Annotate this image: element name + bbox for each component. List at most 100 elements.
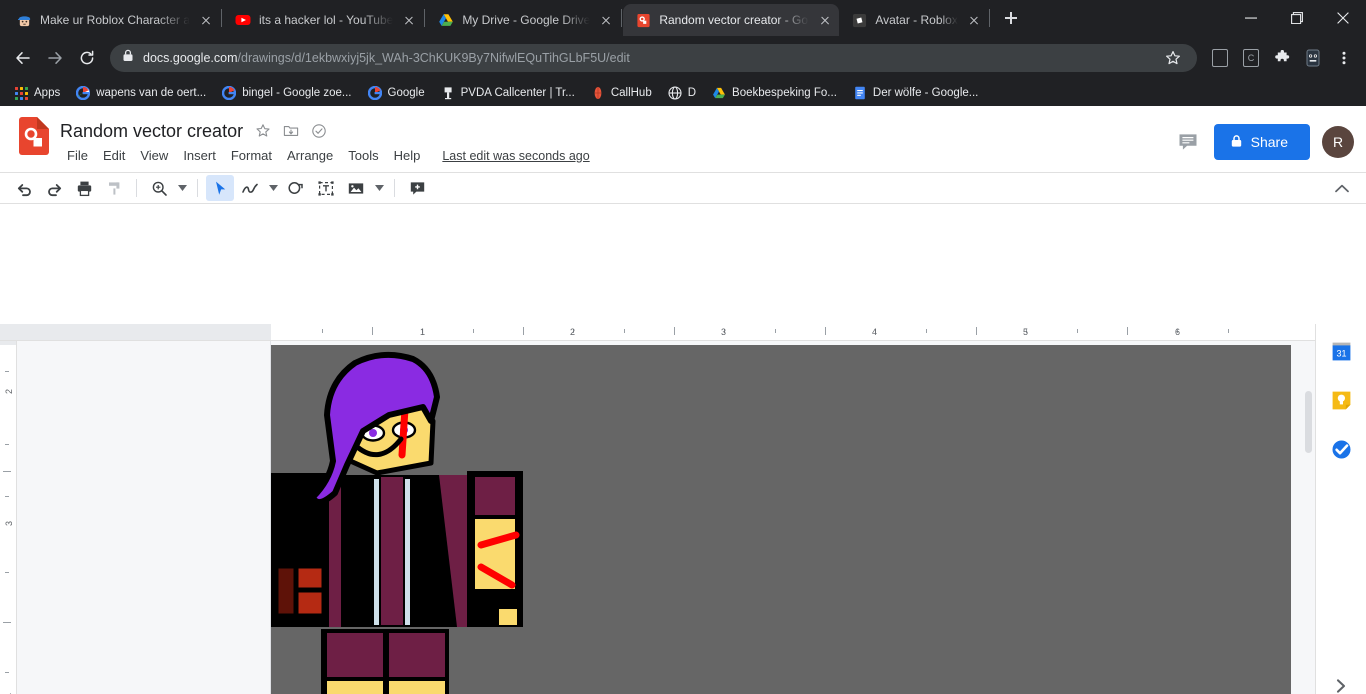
tab-title: My Drive - Google Drive [462, 13, 591, 27]
bookmark-star-icon[interactable] [1159, 44, 1187, 72]
shape-tool[interactable] [282, 175, 310, 201]
browser-tab-2[interactable]: My Drive - Google Drive [426, 4, 620, 36]
tab-close-icon[interactable] [401, 12, 417, 28]
canvas-left-margin [17, 341, 271, 694]
tab-divider [221, 9, 222, 27]
bookmark-d[interactable]: D [660, 82, 703, 104]
tab-strip: Make ur Roblox Character an A its a hack… [0, 0, 1366, 36]
navigation-bar: docs.google.com/drawings/d/1ekbwxiyj5jk_… [0, 36, 1366, 80]
comment-history-icon[interactable] [1174, 128, 1202, 156]
text-box-tool[interactable] [312, 175, 340, 201]
back-button[interactable] [8, 43, 38, 73]
paint-format-button[interactable] [100, 175, 128, 201]
minimize-icon[interactable] [1228, 0, 1274, 36]
vertical-scrollbar-thumb[interactable] [1305, 391, 1312, 453]
menu-view[interactable]: View [133, 145, 175, 166]
three-dot-menu-icon[interactable] [1330, 44, 1358, 72]
address-domain: docs.google.com [143, 51, 238, 65]
share-button-label: Share [1250, 134, 1288, 150]
chevron-right-icon[interactable] [1329, 674, 1353, 694]
redo-button[interactable] [40, 175, 68, 201]
svg-text:31: 31 [1336, 348, 1346, 358]
ruler-offset-left [0, 324, 271, 340]
google-calendar-icon[interactable]: 31 [1329, 339, 1353, 363]
google-drive-icon [438, 12, 454, 28]
toolbar [0, 172, 1366, 204]
ruler-label-5: 5 [1023, 327, 1029, 337]
google-drive-icon [711, 85, 727, 101]
new-tab-button[interactable] [997, 4, 1025, 32]
bookmark-bingel[interactable]: bingel - Google zoe... [214, 82, 358, 104]
zoom-dropdown-caret[interactable] [175, 175, 189, 201]
select-tool[interactable] [206, 175, 234, 201]
avatar[interactable]: R [1322, 126, 1354, 158]
reader-mode-icon[interactable] [1206, 44, 1234, 72]
collapse-toolbar-button[interactable] [1328, 175, 1356, 201]
menu-tools[interactable]: Tools [341, 145, 385, 166]
vertical-scrollbar[interactable] [1302, 341, 1315, 694]
bookmark-der-wolfe[interactable]: Der wölfe - Google... [845, 82, 985, 104]
horizontal-ruler[interactable]: 1 2 3 4 5 6 [0, 324, 1315, 341]
puzzle-extensions-icon[interactable] [1268, 44, 1296, 72]
menu-insert[interactable]: Insert [176, 145, 223, 166]
bookmark-wapens[interactable]: wapens van de oert... [68, 82, 213, 104]
browser-tab-0[interactable]: Make ur Roblox Character an A [4, 4, 220, 36]
ruler-label-1: 1 [420, 327, 426, 337]
ruler-label-2: 2 [570, 327, 576, 337]
bookmark-google[interactable]: Google [360, 82, 432, 104]
undo-button[interactable] [10, 175, 38, 201]
toolbar-divider [394, 179, 395, 197]
line-tool[interactable] [236, 175, 264, 201]
google-docs-icon [852, 85, 868, 101]
workspace: 1 2 3 4 5 6 2 3 [0, 324, 1315, 694]
menu-format[interactable]: Format [224, 145, 279, 166]
menu-bar: File Edit View Insert Format Arrange Too… [60, 145, 590, 166]
tab-close-icon[interactable] [198, 12, 214, 28]
google-keep-icon[interactable] [1329, 388, 1353, 412]
add-comment-button[interactable] [403, 175, 431, 201]
app-header: Random vector creator File Edit View Ins… [0, 106, 1366, 172]
reload-button[interactable] [72, 43, 102, 73]
bookmark-callhub[interactable]: CallHub [583, 82, 659, 104]
canvas-area[interactable] [17, 341, 1315, 694]
maximize-icon[interactable] [1274, 0, 1320, 36]
toolbar-divider [136, 179, 137, 197]
menu-edit[interactable]: Edit [96, 145, 132, 166]
roblox-character-drawing[interactable] [271, 345, 1291, 694]
drawing-canvas[interactable] [271, 345, 1291, 694]
close-icon[interactable] [1320, 0, 1366, 36]
vertical-ruler[interactable]: 2 3 4 [0, 341, 17, 694]
page-title[interactable]: Random vector creator [60, 121, 243, 142]
menu-arrange[interactable]: Arrange [280, 145, 340, 166]
browser-tab-3[interactable]: Random vector creator - Goog [623, 4, 840, 36]
line-dropdown-caret[interactable] [266, 175, 280, 201]
bookmark-pvda[interactable]: PVDA Callcenter | Tr... [433, 82, 582, 104]
last-edit-status[interactable]: Last edit was seconds ago [442, 149, 589, 163]
google-tasks-icon[interactable] [1329, 437, 1353, 461]
roblox-extension-icon[interactable] [1299, 44, 1327, 72]
menu-file[interactable]: File [60, 145, 95, 166]
google-drawings-logo [14, 116, 54, 156]
forward-button[interactable] [40, 43, 70, 73]
move-to-folder-icon[interactable] [282, 123, 299, 140]
address-bar[interactable]: docs.google.com/drawings/d/1ekbwxiyj5jk_… [110, 44, 1197, 72]
tab-close-icon[interactable] [817, 12, 833, 28]
c-extension-icon[interactable]: C [1237, 44, 1265, 72]
browser-tab-1[interactable]: its a hacker lol - YouTube [223, 4, 423, 36]
tab-close-icon[interactable] [966, 12, 982, 28]
print-button[interactable] [70, 175, 98, 201]
tab-divider [988, 9, 990, 27]
star-icon[interactable] [254, 123, 271, 140]
tab-close-icon[interactable] [598, 12, 614, 28]
browser-tab-4[interactable]: Avatar - Roblox [839, 4, 987, 36]
image-tool[interactable] [342, 175, 370, 201]
menu-help[interactable]: Help [387, 145, 428, 166]
bookmark-apps[interactable]: Apps [6, 82, 67, 104]
zoom-button[interactable] [145, 175, 173, 201]
vruler-label-3: 3 [4, 521, 14, 527]
bookmark-boekbespreking[interactable]: Boekbespeking Fo... [704, 82, 844, 104]
cloud-saved-icon[interactable] [310, 123, 327, 140]
share-button[interactable]: Share [1213, 124, 1310, 160]
image-dropdown-caret[interactable] [372, 175, 386, 201]
lock-icon [122, 49, 134, 67]
